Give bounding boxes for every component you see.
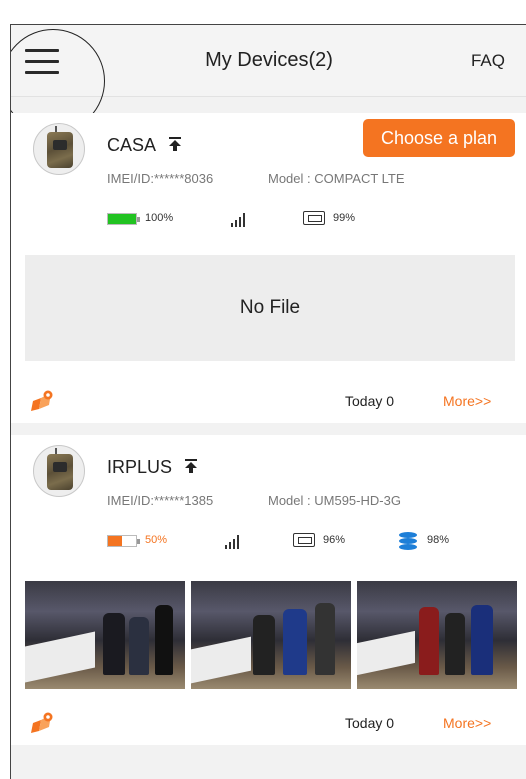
device-model: Model : COMPACT LTE bbox=[268, 171, 405, 186]
device-card[interactable]: CASA Choose a plan IMEI/ID:******8036 Mo… bbox=[11, 113, 526, 423]
sd-card-icon bbox=[293, 533, 315, 547]
photo-thumbnails bbox=[25, 581, 517, 689]
storage-usage: 98% bbox=[427, 534, 450, 546]
device-name: IRPLUS bbox=[107, 457, 173, 477]
photo-thumbnail[interactable] bbox=[191, 581, 351, 689]
faq-link[interactable]: FAQ bbox=[471, 51, 505, 71]
photo-thumbnail[interactable] bbox=[25, 581, 185, 689]
choose-plan-button[interactable]: Choose a plan bbox=[363, 119, 515, 157]
device-name: CASA bbox=[107, 135, 157, 155]
page-title: My Devices(2) bbox=[205, 49, 333, 71]
today-count: Today 0 bbox=[345, 393, 395, 409]
signal-icon bbox=[225, 533, 245, 549]
map-location-icon[interactable] bbox=[29, 389, 57, 413]
sd-card-icon bbox=[303, 211, 325, 225]
sd-usage: 96% bbox=[323, 534, 346, 546]
upload-icon bbox=[169, 137, 181, 151]
battery-level: 100% bbox=[145, 212, 174, 224]
card-footer: Today 0 More>> bbox=[11, 381, 526, 423]
device-model: Model : UM595-HD-3G bbox=[268, 493, 401, 508]
device-imei: IMEI/ID:******8036 bbox=[107, 171, 214, 186]
battery-level: 50% bbox=[145, 534, 168, 546]
upload-icon bbox=[185, 459, 197, 473]
card-footer: Today 0 More>> bbox=[11, 703, 526, 745]
device-imei: IMEI/ID:******1385 bbox=[107, 493, 214, 508]
map-location-icon[interactable] bbox=[29, 711, 57, 735]
device-status-row: 100% 99% bbox=[11, 209, 526, 231]
storage-icon bbox=[399, 532, 417, 550]
app-frame: My Devices(2) FAQ CASA Choose a plan IME… bbox=[10, 24, 526, 779]
today-count: Today 0 bbox=[345, 715, 395, 731]
signal-icon bbox=[231, 211, 251, 227]
no-file-placeholder: No File bbox=[25, 255, 515, 361]
more-link[interactable]: More>> bbox=[443, 715, 491, 731]
device-card[interactable]: IRPLUS IMEI/ID:******1385 Model : UM595-… bbox=[11, 435, 526, 745]
app-header: My Devices(2) FAQ bbox=[11, 25, 526, 133]
battery-icon bbox=[107, 535, 140, 547]
more-link[interactable]: More>> bbox=[443, 393, 491, 409]
photo-thumbnail[interactable] bbox=[357, 581, 517, 689]
device-avatar bbox=[33, 123, 85, 175]
battery-icon bbox=[107, 213, 140, 225]
device-status-row: 50% 96% 98% bbox=[11, 531, 526, 553]
device-avatar bbox=[33, 445, 85, 497]
sd-usage: 99% bbox=[333, 212, 356, 224]
